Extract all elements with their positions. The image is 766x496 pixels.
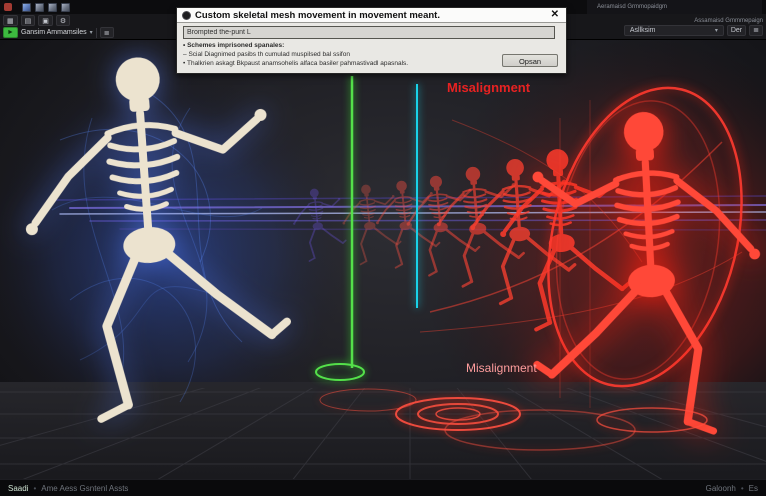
toolbar-right-cluster: Assamaisd Gmmmepaign Asllksim ▾ Der ≣ [624,15,763,38]
dash-icon: – [183,51,187,58]
viewport-3d[interactable]: Misalignment Misalignment [0,0,766,496]
status-right-label: Galoonh [706,484,736,493]
toolbar-right-caption: Assamaisd Gmmmepaign [694,18,763,24]
window-caption: Aeramaisd Grmmopaidgm [587,0,762,14]
animation-mode-dropdown[interactable]: Gansim Ammamsiles ▾ [21,29,93,36]
grid-icon[interactable]: ▦ [3,15,18,26]
dot-separator-icon: • [33,484,36,493]
dialog-section-header: • Schemes imprisoned spanales: [183,42,483,51]
settings-dropdown[interactable]: Asllksim ▾ [624,25,724,36]
status-right: Galoonh • Es [706,484,758,493]
menu-icon[interactable]: ≣ [749,25,763,36]
animation-mode-label: Gansim Ammamsiles [21,29,87,36]
dialog-section-item: – Scial Diagnimed pasibs th cumulad musp… [183,51,483,60]
der-button[interactable]: Der [727,25,746,36]
dialog-title: Custom skeletal mesh movement in movemen… [195,10,440,21]
toolbar-separator [96,28,97,38]
cube-icon[interactable] [61,3,70,12]
cube-icon[interactable] [35,3,44,12]
misalignment-label-bottom: Misalignment [466,361,537,375]
cube-icon[interactable] [48,3,57,12]
chevron-down-icon: ▾ [90,29,93,36]
app-logo-icon [4,3,12,11]
status-bar: Saadi • Ame Aess Gsntenl Assts Galoonh •… [0,479,766,496]
cube-icon[interactable] [22,3,31,12]
play-button[interactable]: ► [3,27,18,38]
bullet-icon: • [183,60,185,67]
settings-dropdown-label: Asllksim [630,27,656,34]
dialog-mesh-movement: Custom skeletal mesh movement in movemen… [176,7,567,74]
status-content-label[interactable]: Ame Aess Gsntenl Assts [41,484,128,493]
dialog-status-icon [182,11,191,20]
dialog-path-input[interactable] [183,26,555,39]
dialog-titlebar[interactable]: Custom skeletal mesh movement in movemen… [177,8,566,23]
status-right-value: Es [749,484,758,493]
misalignment-label-top: Misalignment [447,80,531,95]
app-window: Misalignment Misalignment Aeramaisd Grmm… [0,0,766,496]
gear-icon[interactable]: ⚙ [56,15,70,26]
menu-icon[interactable]: ≣ [100,27,114,38]
dialog-section-item: • Thalkrien askagt Bkpaust anamsohelis a… [183,60,483,69]
bullet-icon: • [183,42,185,49]
cube-tool-icon[interactable]: ▣ [38,15,53,26]
dialog-body: • Schemes imprisoned spanales: – Scial D… [177,23,566,73]
chevron-down-icon: ▾ [715,27,718,34]
dot-separator-icon: • [741,484,744,493]
status-left: Saadi • Ame Aess Gsntenl Assts [8,484,128,493]
status-saved-label: Saadi [8,484,28,493]
close-icon[interactable]: ✕ [549,10,561,20]
open-button[interactable]: Opsan [502,54,558,67]
toolbar-left-cluster: ▦ ▤ ▣ ⚙ ► Gansim Ammamsiles ▾ ≣ [3,15,114,38]
folder-icon[interactable]: ▤ [21,15,36,26]
